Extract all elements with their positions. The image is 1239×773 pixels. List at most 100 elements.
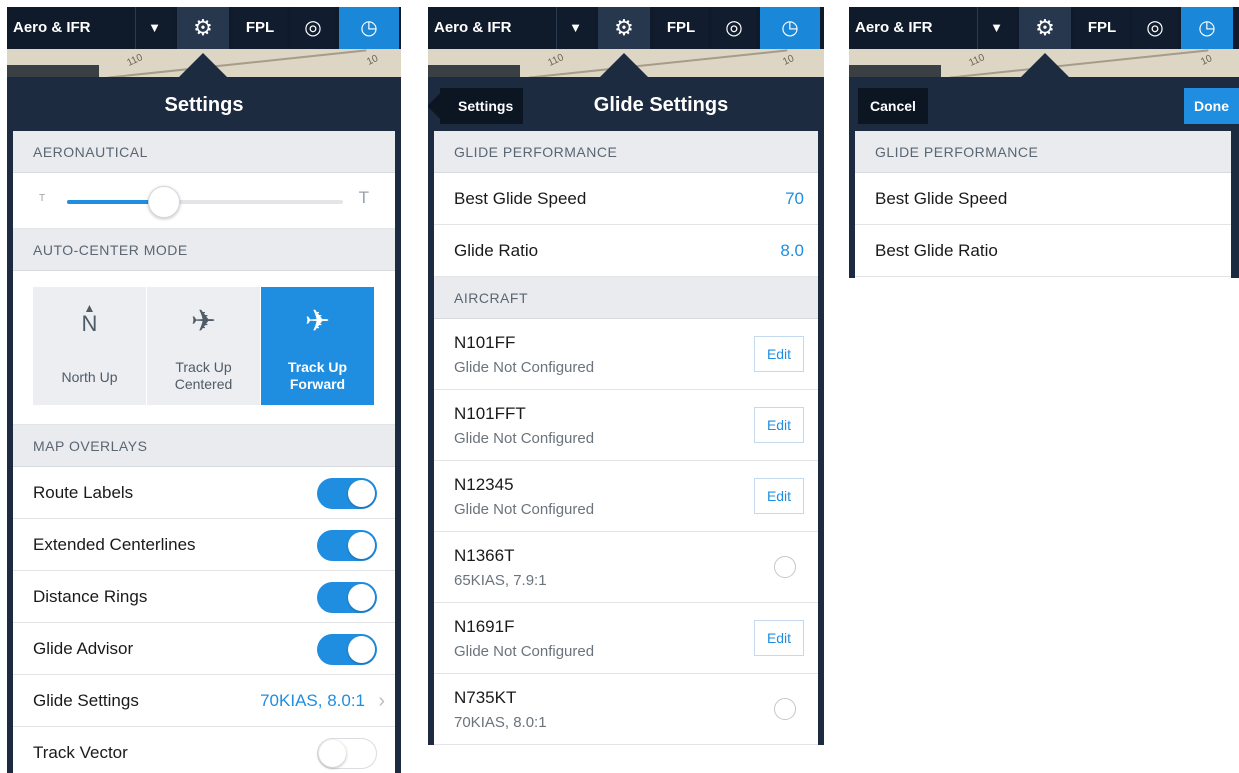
aircraft-row[interactable]: N735KT 70KIAS, 8.0:1: [434, 674, 818, 745]
aircraft-tail: N101FFT: [454, 404, 526, 423]
map-label: 110: [546, 52, 566, 69]
fpl-button[interactable]: FPL: [654, 7, 708, 49]
gear-icon[interactable]: ⚙: [1019, 7, 1071, 49]
distance-rings-toggle[interactable]: [317, 582, 377, 613]
glide-ratio-label: Glide Ratio: [454, 241, 539, 260]
aircraft-glide-detail: Glide Not Configured: [454, 643, 595, 660]
map-feature: [7, 65, 99, 77]
page-title: Glide Settings: [593, 94, 729, 116]
section-header-aeronautical: AERONAUTICAL: [13, 131, 395, 173]
aircraft-row[interactable]: N1366T 65KIAS, 7.9:1: [434, 532, 818, 603]
aircraft-row[interactable]: N101FFT Glide Not Configured Edit: [434, 390, 818, 461]
aircraft-glide-detail: 70KIAS, 8.0:1: [454, 714, 547, 731]
globe-icon[interactable]: ◎: [291, 7, 335, 49]
gear-icon[interactable]: ⚙: [177, 7, 229, 49]
popover-pointer: [1019, 53, 1071, 79]
map-label: 110: [125, 52, 145, 69]
gauge-icon[interactable]: ◷: [339, 7, 399, 49]
aircraft-row[interactable]: N101FF Glide Not Configured Edit: [434, 319, 818, 390]
top-toolbar: Aero & IFR ▼ ⚙ FPL ◎ ◷: [428, 7, 824, 49]
overlay-row-track-vector: Track Vector: [13, 727, 395, 773]
layer-selector[interactable]: Aero & IFR: [7, 7, 135, 49]
aircraft-tail: N12345: [454, 475, 514, 494]
best-glide-ratio-row[interactable]: Best Glide Ratio: [855, 225, 1231, 277]
best-glide-speed-row[interactable]: Best Glide Speed 70: [434, 173, 818, 225]
dropdown-arrow-icon[interactable]: ▼: [135, 7, 173, 49]
airplane-icon: ✈: [190, 305, 217, 338]
fpl-button[interactable]: FPL: [233, 7, 287, 49]
gauge-icon[interactable]: ◷: [760, 7, 820, 49]
edit-glide-list[interactable]: GLIDE PERFORMANCE Best Glide Speed Best …: [855, 131, 1231, 278]
edit-button[interactable]: Edit: [754, 407, 804, 443]
page-title: Settings: [164, 94, 244, 116]
best-glide-speed-label: Best Glide Speed: [875, 189, 1008, 208]
overlay-row-glide-advisor: Glide Advisor: [13, 623, 395, 675]
layer-selector[interactable]: Aero & IFR: [428, 7, 556, 49]
text-size-slider-row: T T: [13, 173, 395, 229]
overlay-label: Glide Advisor: [33, 639, 134, 658]
mode-track-up-centered[interactable]: ✈ Track Up Centered: [147, 287, 261, 405]
edit-button[interactable]: Edit: [754, 478, 804, 514]
track-vector-toggle[interactable]: [317, 738, 377, 769]
map-label: 10: [365, 53, 380, 68]
gauge-icon[interactable]: ◷: [1181, 7, 1233, 49]
edit-glide-panel: Aero & IFR ▼ ⚙ FPL ◎ ◷ 110 10 Cancel Don…: [849, 7, 1239, 278]
done-button[interactable]: Done: [1184, 88, 1239, 124]
settings-panel: Aero & IFR ▼ ⚙ FPL ◎ ◷ 110 10 Settings A…: [7, 7, 401, 773]
mode-label: North Up: [61, 369, 118, 385]
glide-advisor-toggle[interactable]: [317, 634, 377, 665]
globe-icon[interactable]: ◎: [1133, 7, 1177, 49]
globe-icon[interactable]: ◎: [712, 7, 756, 49]
top-toolbar: Aero & IFR ▼ ⚙ FPL ◎ ◷: [849, 7, 1239, 49]
glide-settings-header: Settings Glide Settings: [428, 79, 824, 131]
aircraft-glide-detail: Glide Not Configured: [454, 501, 595, 518]
mode-north-up[interactable]: ▲ N North Up: [33, 287, 147, 405]
mode-track-up-forward[interactable]: ✈ Track Up Forward: [261, 287, 375, 405]
cancel-button[interactable]: Cancel: [858, 88, 928, 124]
settings-list[interactable]: AERONAUTICAL T T AUTO-CENTER MODE ▲ N No…: [13, 131, 395, 773]
map-feature: [849, 65, 941, 77]
section-header-aircraft: AIRCRAFT: [434, 277, 818, 319]
map-label: 110: [967, 52, 987, 69]
dropdown-arrow-icon[interactable]: ▼: [977, 7, 1015, 49]
select-radio[interactable]: [774, 556, 796, 578]
overlay-label: Extended Centerlines: [33, 535, 196, 554]
popover-pointer: [598, 53, 650, 79]
map-label: 10: [781, 53, 796, 68]
slider-thumb[interactable]: [147, 186, 180, 218]
glide-settings-row[interactable]: Glide Settings 70KIAS, 8.0:1 ›: [13, 675, 395, 727]
map-road: [107, 49, 367, 77]
aircraft-tail: N735KT: [454, 688, 517, 707]
select-radio[interactable]: [774, 698, 796, 720]
aircraft-glide-detail: Glide Not Configured: [454, 359, 595, 376]
aircraft-row[interactable]: N1691F Glide Not Configured Edit: [434, 603, 818, 674]
fpl-button[interactable]: FPL: [1075, 7, 1129, 49]
best-glide-speed-value[interactable]: 70: [785, 173, 804, 225]
dropdown-arrow-icon[interactable]: ▼: [556, 7, 594, 49]
north-up-icon: ▲ N: [81, 301, 98, 336]
route-labels-toggle[interactable]: [317, 478, 377, 509]
overlay-row-route-labels: Route Labels: [13, 467, 395, 519]
glide-settings-value: 70KIAS, 8.0:1: [260, 691, 365, 710]
gear-icon[interactable]: ⚙: [598, 7, 650, 49]
best-glide-speed-label: Best Glide Speed: [454, 189, 587, 208]
glide-ratio-value[interactable]: 8.0: [780, 225, 804, 277]
aircraft-row[interactable]: N12345 Glide Not Configured Edit: [434, 461, 818, 532]
edit-button[interactable]: Edit: [754, 620, 804, 656]
edit-button[interactable]: Edit: [754, 336, 804, 372]
best-glide-speed-row[interactable]: Best Glide Speed: [855, 173, 1231, 225]
map-road: [528, 49, 788, 77]
map-feature: [428, 65, 520, 77]
layer-selector[interactable]: Aero & IFR: [849, 7, 977, 49]
airplane-icon: ✈: [304, 305, 331, 338]
aircraft-glide-detail: 65KIAS, 7.9:1: [454, 572, 547, 589]
glide-ratio-row[interactable]: Glide Ratio 8.0: [434, 225, 818, 277]
extended-centerlines-toggle[interactable]: [317, 530, 377, 561]
glide-settings-list[interactable]: GLIDE PERFORMANCE Best Glide Speed 70 Gl…: [434, 131, 818, 745]
aircraft-glide-detail: Glide Not Configured: [454, 430, 595, 447]
overlay-label: Route Labels: [33, 483, 134, 502]
section-header-glide-performance: GLIDE PERFORMANCE: [855, 131, 1231, 173]
edit-header: Cancel Done: [849, 79, 1239, 131]
text-size-slider[interactable]: [67, 186, 343, 218]
glide-settings-panel: Aero & IFR ▼ ⚙ FPL ◎ ◷ 110 10 Settings G…: [428, 7, 824, 745]
